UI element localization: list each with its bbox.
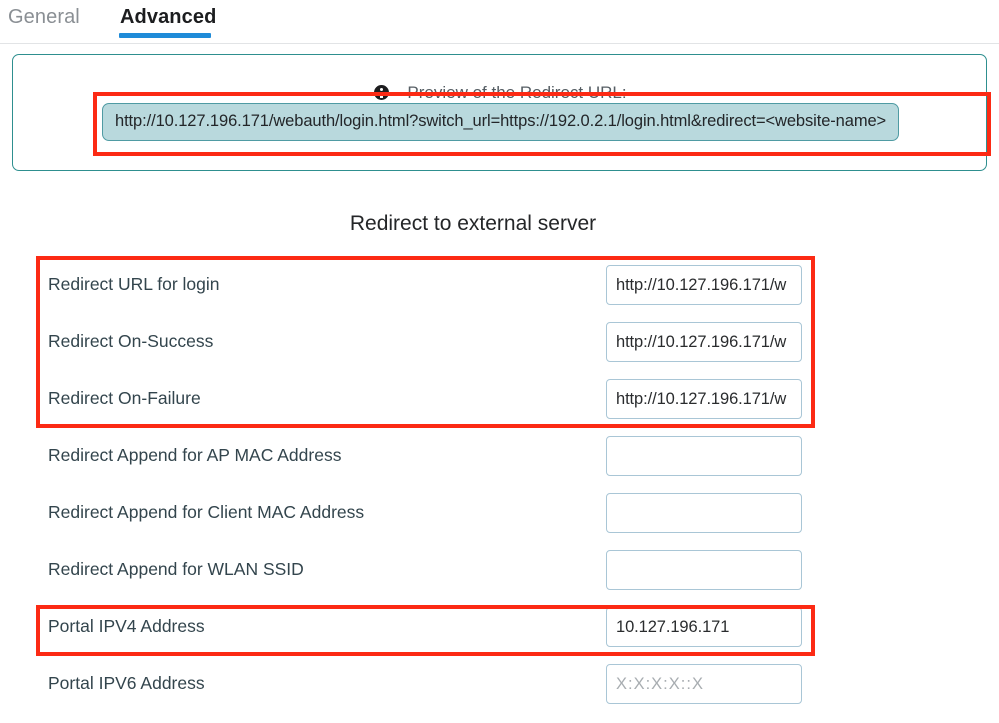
portal-ipv4-address-input[interactable] [606, 607, 802, 647]
field-label: Redirect URL for login [48, 274, 220, 294]
form-row-redirect-append-wlan-ssid: Redirect Append for WLAN SSID [0, 543, 999, 600]
section-heading: Redirect to external server [349, 212, 597, 235]
tab-advanced[interactable]: Advanced [120, 4, 216, 30]
preview-url-value: http://10.127.196.171/webauth/login.html… [102, 103, 899, 141]
redirect-settings-form: Redirect URL for login Redirect On-Succe… [0, 258, 999, 714]
field-label: Redirect On-Failure [48, 388, 201, 408]
tab-bar: General Advanced [0, 0, 999, 44]
form-row-portal-ipv6-address: Portal IPV6 Address [0, 657, 999, 714]
field-label: Redirect Append for Client MAC Address [48, 502, 365, 522]
redirect-on-failure-input[interactable] [606, 379, 802, 419]
preview-label-text: Preview of the Redirect URL: [407, 83, 627, 102]
field-label: Portal IPV4 Address [48, 616, 205, 636]
active-tab-indicator [119, 33, 211, 38]
form-row-redirect-append-ap-mac: Redirect Append for AP MAC Address [0, 429, 999, 486]
info-circle-icon [374, 85, 390, 100]
form-row-portal-ipv4-address: Portal IPV4 Address [0, 600, 999, 657]
form-row-redirect-append-client-mac: Redirect Append for Client MAC Address [0, 486, 999, 543]
redirect-on-success-input[interactable] [606, 322, 802, 362]
portal-ipv6-address-input[interactable] [606, 664, 802, 704]
tab-general[interactable]: General [8, 4, 80, 30]
field-label: Redirect On-Success [48, 331, 214, 351]
form-row-redirect-url-for-login: Redirect URL for login [0, 258, 999, 315]
field-label: Redirect Append for WLAN SSID [48, 559, 304, 579]
redirect-append-client-mac-input[interactable] [606, 493, 802, 533]
redirect-url-preview-panel: Preview of the Redirect URL: http://10.1… [12, 54, 987, 171]
form-row-redirect-on-failure: Redirect On-Failure [0, 372, 999, 429]
field-label: Portal IPV6 Address [48, 673, 205, 693]
field-label: Redirect Append for AP MAC Address [48, 445, 342, 465]
redirect-url-for-login-input[interactable] [606, 265, 802, 305]
redirect-append-ap-mac-input[interactable] [606, 436, 802, 476]
redirect-append-wlan-ssid-input[interactable] [606, 550, 802, 590]
preview-label-row: Preview of the Redirect URL: [13, 83, 988, 103]
form-row-redirect-on-success: Redirect On-Success [0, 315, 999, 372]
